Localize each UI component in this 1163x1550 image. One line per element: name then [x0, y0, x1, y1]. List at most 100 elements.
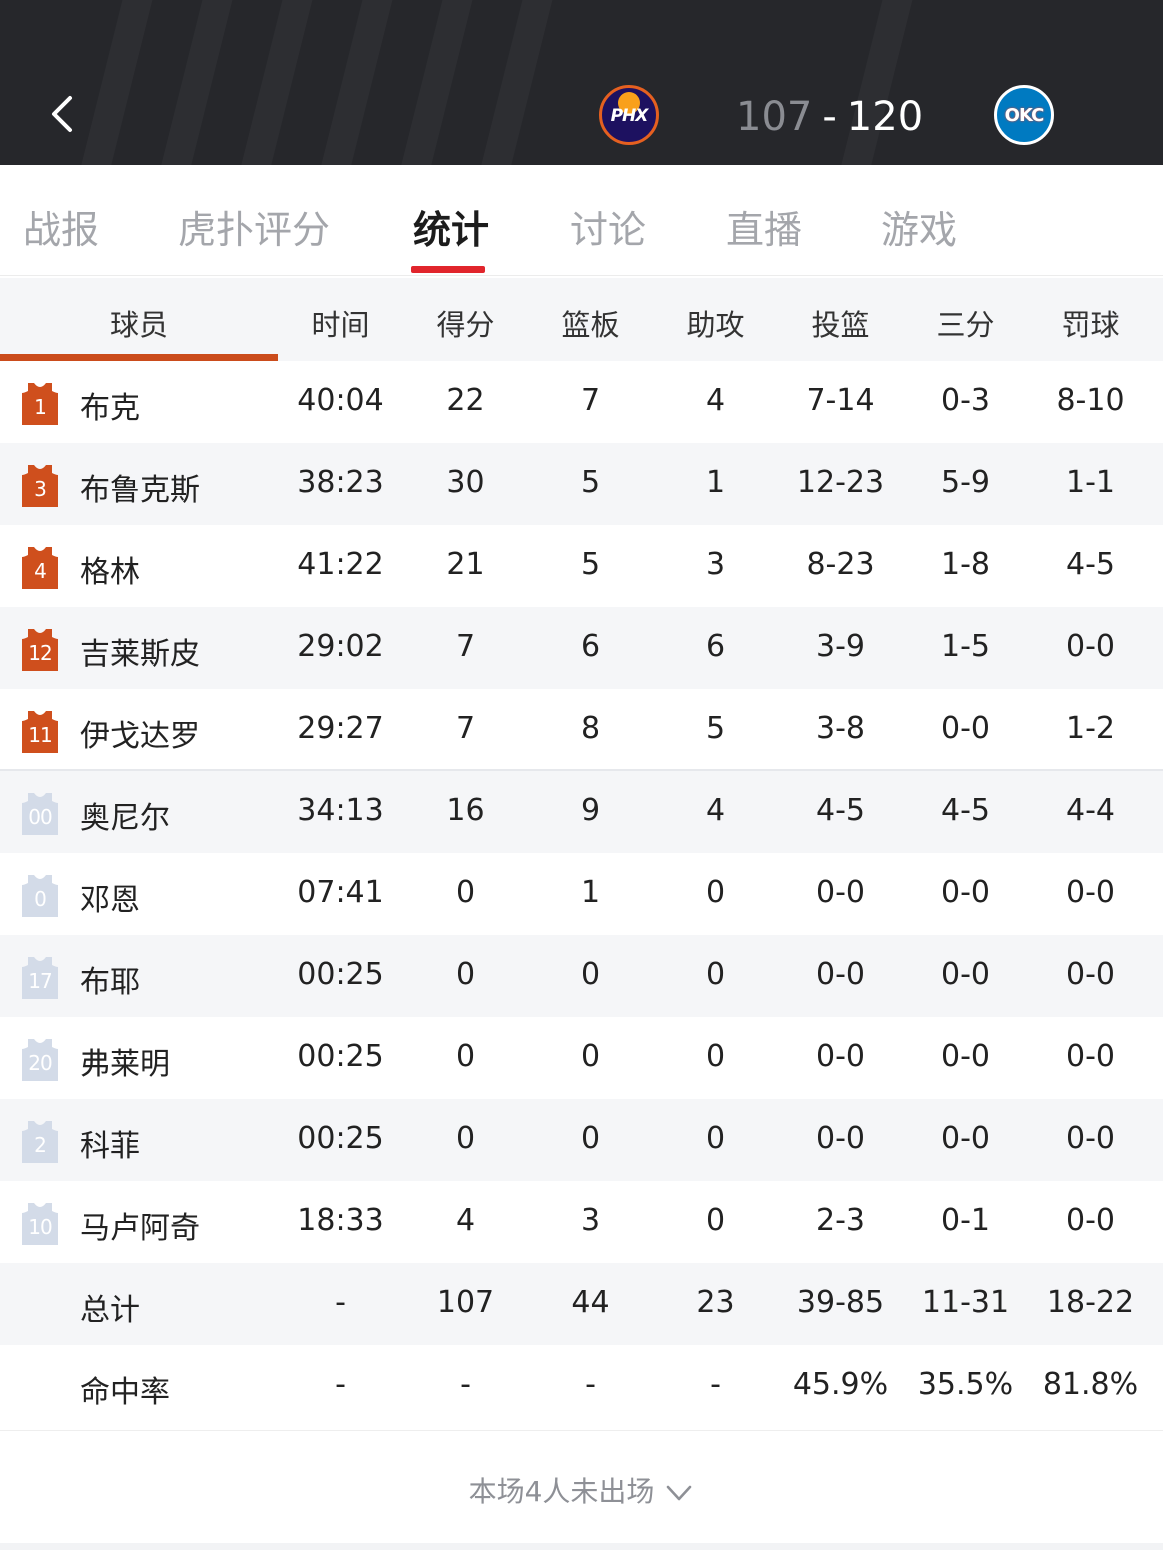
player-column-indicator	[0, 354, 278, 361]
stat-assists: 0	[705, 1121, 726, 1156]
stat-three-pointers: 0-0	[941, 875, 990, 910]
stat-points: 22	[446, 383, 485, 418]
table-row[interactable]: 1 布克 40:04 22 7 4 7-14 0-3 8-10	[0, 361, 1163, 443]
tab-games[interactable]: 游戏	[881, 199, 957, 254]
jersey-number: 3	[34, 477, 47, 501]
player-name[interactable]: 吉莱斯皮	[80, 629, 200, 673]
stat-time: 34:13	[297, 793, 384, 828]
stat-assists: 0	[705, 1039, 726, 1074]
tab-stats[interactable]: 统计	[413, 199, 489, 254]
table-row[interactable]: 4 格林 41:22 21 5 3 8-23 1-8 4-5	[0, 525, 1163, 607]
stat-three-pointers: 0-0	[941, 1121, 990, 1156]
table-row[interactable]: 3 布鲁克斯 38:23 30 5 1 12-23 5-9 1-1	[0, 443, 1163, 525]
column-header-rebounds[interactable]: 篮板	[528, 302, 653, 344]
stat-time: 00:25	[297, 1121, 384, 1156]
stat-rebounds: 8	[580, 711, 601, 746]
stat-rebounds: 5	[580, 547, 601, 582]
table-row[interactable]: 00 奥尼尔 34:13 16 9 4 4-5 4-5 4-4	[0, 771, 1163, 853]
column-header-assists[interactable]: 助攻	[653, 302, 778, 344]
table-row[interactable]: 0 邓恩 07:41 0 1 0 0-0 0-0 0-0	[0, 853, 1163, 935]
jersey-icon: 10	[22, 1201, 58, 1245]
table-row[interactable]: 12 吉莱斯皮 29:02 7 6 6 3-9 1-5 0-0	[0, 607, 1163, 689]
column-header-three-pointers[interactable]: 三分	[903, 302, 1028, 344]
jersey-icon: 17	[22, 955, 58, 999]
player-name[interactable]: 弗莱明	[80, 1039, 170, 1083]
header-decoration	[468, 0, 563, 165]
stat-field-goals: 3-9	[816, 629, 865, 664]
column-header-field-goals[interactable]: 投篮	[778, 302, 903, 344]
tab-discussion[interactable]: 讨论	[570, 199, 646, 254]
column-header-time[interactable]: 时间	[278, 302, 403, 344]
tab-live[interactable]: 直播	[726, 199, 802, 254]
stat-time: 38:23	[297, 465, 384, 500]
column-header-free-throws[interactable]: 罚球	[1028, 302, 1153, 344]
home-team-logo[interactable]: PHX	[599, 85, 659, 145]
totals-row-time: -	[335, 1285, 346, 1320]
stat-field-goals: 0-0	[816, 1121, 865, 1156]
player-name[interactable]: 奥尼尔	[80, 793, 170, 837]
totals-row-label: 总计	[80, 1293, 140, 1328]
stat-three-pointers: 4-5	[941, 793, 990, 828]
column-header-points[interactable]: 得分	[403, 302, 528, 344]
stat-assists: 0	[705, 1203, 726, 1238]
percentage-row: 命中率 - - - - 45.9% 35.5% 81.8%	[0, 1345, 1163, 1427]
totals-row-rebounds: 44	[571, 1285, 610, 1320]
chevron-left-icon	[52, 96, 72, 132]
stat-assists: 6	[705, 629, 726, 664]
stat-points: 0	[455, 1039, 476, 1074]
stat-rebounds: 5	[580, 465, 601, 500]
stat-assists: 4	[705, 383, 726, 418]
stat-free-throws: 4-5	[1066, 547, 1115, 582]
player-name[interactable]: 格林	[80, 547, 140, 591]
percentage-row-field-goals: 45.9%	[792, 1367, 889, 1402]
bottom-bar	[0, 1543, 1163, 1550]
stat-points: 16	[446, 793, 485, 828]
table-row[interactable]: 11 伊戈达罗 29:27 7 8 5 3-8 0-0 1-2	[0, 689, 1163, 771]
stat-points: 7	[455, 711, 476, 746]
stat-free-throws: 0-0	[1066, 1039, 1115, 1074]
player-name[interactable]: 布耶	[80, 957, 140, 1001]
stat-field-goals: 7-14	[806, 383, 875, 418]
player-name[interactable]: 布克	[80, 383, 140, 427]
player-name[interactable]: 邓恩	[80, 875, 140, 919]
tab-rating[interactable]: 虎扑评分	[178, 199, 330, 254]
totals-row-field-goals: 39-85	[796, 1285, 885, 1320]
stat-assists: 1	[705, 465, 726, 500]
stat-time: 18:33	[297, 1203, 384, 1238]
back-button[interactable]	[44, 92, 88, 136]
stat-rebounds: 3	[580, 1203, 601, 1238]
tab-report[interactable]: 战报	[23, 199, 99, 254]
stat-rebounds: 9	[580, 793, 601, 828]
stat-field-goals: 0-0	[816, 1039, 865, 1074]
dnp-players-toggle[interactable]: 本场4人未出场	[0, 1470, 1163, 1510]
stat-three-pointers: 0-0	[941, 957, 990, 992]
stat-points: 4	[455, 1203, 476, 1238]
totals-row-three-pointers: 11-31	[921, 1285, 1010, 1320]
table-row[interactable]: 2 科菲 00:25 0 0 0 0-0 0-0 0-0	[0, 1099, 1163, 1181]
stat-three-pointers: 0-3	[941, 383, 990, 418]
jersey-icon: 3	[22, 463, 58, 507]
column-header-player[interactable]: 球员	[0, 302, 278, 344]
stat-free-throws: 8-10	[1056, 383, 1125, 418]
table-row[interactable]: 20 弗莱明 00:25 0 0 0 0-0 0-0 0-0	[0, 1017, 1163, 1099]
jersey-icon: 2	[22, 1119, 58, 1163]
totals-row-free-throws: 18-22	[1046, 1285, 1135, 1320]
away-team-logo[interactable]: OKC	[994, 85, 1054, 145]
table-row[interactable]: 17 布耶 00:25 0 0 0 0-0 0-0 0-0	[0, 935, 1163, 1017]
away-team-abbr: OKC	[1004, 105, 1045, 126]
jersey-icon: 0	[22, 873, 58, 917]
player-name[interactable]: 伊戈达罗	[80, 711, 200, 755]
jersey-icon: 11	[22, 709, 58, 753]
player-name[interactable]: 马卢阿奇	[80, 1203, 200, 1247]
header-decoration	[68, 0, 163, 165]
jersey-number: 11	[28, 723, 52, 747]
player-name[interactable]: 科菲	[80, 1121, 140, 1165]
home-score: 107	[736, 94, 813, 140]
player-name[interactable]: 布鲁克斯	[80, 465, 200, 509]
table-row[interactable]: 10 马卢阿奇 18:33 4 3 0 2-3 0-1 0-0	[0, 1181, 1163, 1263]
percentage-row-points: -	[460, 1367, 471, 1402]
stat-field-goals: 3-8	[816, 711, 865, 746]
scoreboard: 107-120	[736, 92, 923, 142]
totals-row-assists: 23	[696, 1285, 735, 1320]
active-tab-indicator	[411, 266, 485, 273]
